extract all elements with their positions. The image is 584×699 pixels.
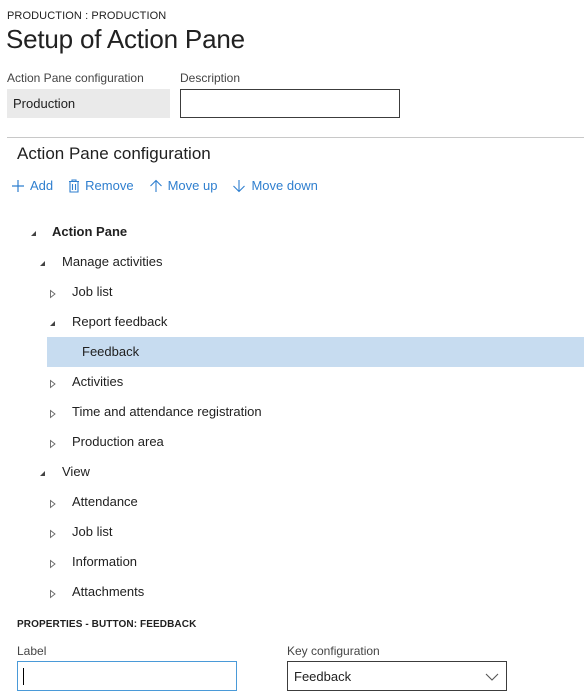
key-config-field-label: Key configuration <box>287 644 380 658</box>
tree-item-label: Job list <box>72 284 113 299</box>
arrow-down-icon <box>232 179 246 193</box>
tree-row[interactable]: Feedback <box>0 337 584 367</box>
tree-item-label: Action Pane <box>52 224 128 239</box>
collapsed-triangle-icon[interactable] <box>48 497 58 509</box>
description-field-label: Description <box>180 71 241 85</box>
plus-icon <box>11 179 25 193</box>
tree-item-label: Activities <box>72 374 124 389</box>
tree-item-label: Attendance <box>72 494 138 509</box>
remove-button[interactable]: Remove <box>68 178 134 193</box>
tree-item-label: Feedback <box>82 344 140 359</box>
section-title: Action Pane configuration <box>17 144 211 163</box>
key-config-value: Feedback <box>294 669 352 684</box>
section-divider <box>7 137 584 138</box>
tree-row[interactable]: Job list <box>0 517 584 547</box>
tree-row[interactable]: Job list <box>0 277 584 307</box>
expanded-triangle-icon[interactable] <box>38 467 48 477</box>
tree-row[interactable]: Report feedback <box>0 307 584 337</box>
collapsed-triangle-icon[interactable] <box>48 407 58 419</box>
tree-item-label: Attachments <box>72 584 145 599</box>
tree-item-label: Time and attendance registration <box>72 404 262 419</box>
expanded-triangle-icon[interactable] <box>48 317 58 327</box>
text-caret <box>23 668 24 685</box>
expanded-triangle-icon[interactable] <box>38 257 48 267</box>
tree-item-label: Information <box>72 554 138 569</box>
expanded-triangle-icon[interactable] <box>29 227 39 237</box>
collapsed-triangle-icon[interactable] <box>48 437 58 449</box>
action-pane-tree: Action Pane Manage activities Job list Repo… <box>0 217 584 607</box>
tree-row[interactable]: Manage activities <box>0 247 584 277</box>
move-down-label: Move down <box>251 178 318 193</box>
toolbar: Add Remove Move up Move down <box>11 178 333 193</box>
tree-row[interactable]: Attachments <box>0 577 584 607</box>
config-field: Production <box>7 89 170 118</box>
tree-item-label: View <box>62 464 90 479</box>
tree-row[interactable]: Information <box>0 547 584 577</box>
chevron-down-icon <box>485 670 499 685</box>
collapsed-triangle-icon[interactable] <box>48 377 58 389</box>
collapsed-triangle-icon[interactable] <box>48 527 58 539</box>
tree-row[interactable]: Production area <box>0 427 584 457</box>
trash-icon <box>68 178 80 193</box>
tree-row[interactable]: Attendance <box>0 487 584 517</box>
move-down-button[interactable]: Move down <box>232 178 318 193</box>
remove-label: Remove <box>85 178 134 193</box>
description-input[interactable] <box>180 89 400 118</box>
add-label: Add <box>30 178 54 193</box>
collapsed-triangle-icon[interactable] <box>48 287 58 299</box>
move-up-label: Move up <box>167 178 218 193</box>
label-field-label: Label <box>17 644 47 658</box>
tree-item-label: Report feedback <box>72 314 168 329</box>
move-up-button[interactable]: Move up <box>149 178 218 193</box>
arrow-up-icon <box>149 179 163 193</box>
tree-row[interactable]: View <box>0 457 584 487</box>
collapsed-triangle-icon[interactable] <box>48 557 58 569</box>
label-input[interactable] <box>17 661 237 691</box>
add-button[interactable]: Add <box>11 178 53 193</box>
collapsed-triangle-icon[interactable] <box>48 587 58 599</box>
page-title: Setup of Action Pane <box>6 24 245 54</box>
tree-item-label: Production area <box>72 434 164 449</box>
key-config-select[interactable]: Feedback <box>287 661 507 691</box>
tree-row[interactable]: Activities <box>0 367 584 397</box>
tree-row[interactable]: Action Pane <box>0 217 584 247</box>
tree-row[interactable]: Time and attendance registration <box>0 397 584 427</box>
tree-item-label: Manage activities <box>62 254 163 269</box>
tree-item-label: Job list <box>72 524 113 539</box>
breadcrumb: PRODUCTION : PRODUCTION <box>7 10 167 22</box>
properties-title: PROPERTIES - BUTTON: FEEDBACK <box>17 619 197 630</box>
config-field-label: Action Pane configuration <box>7 71 144 85</box>
